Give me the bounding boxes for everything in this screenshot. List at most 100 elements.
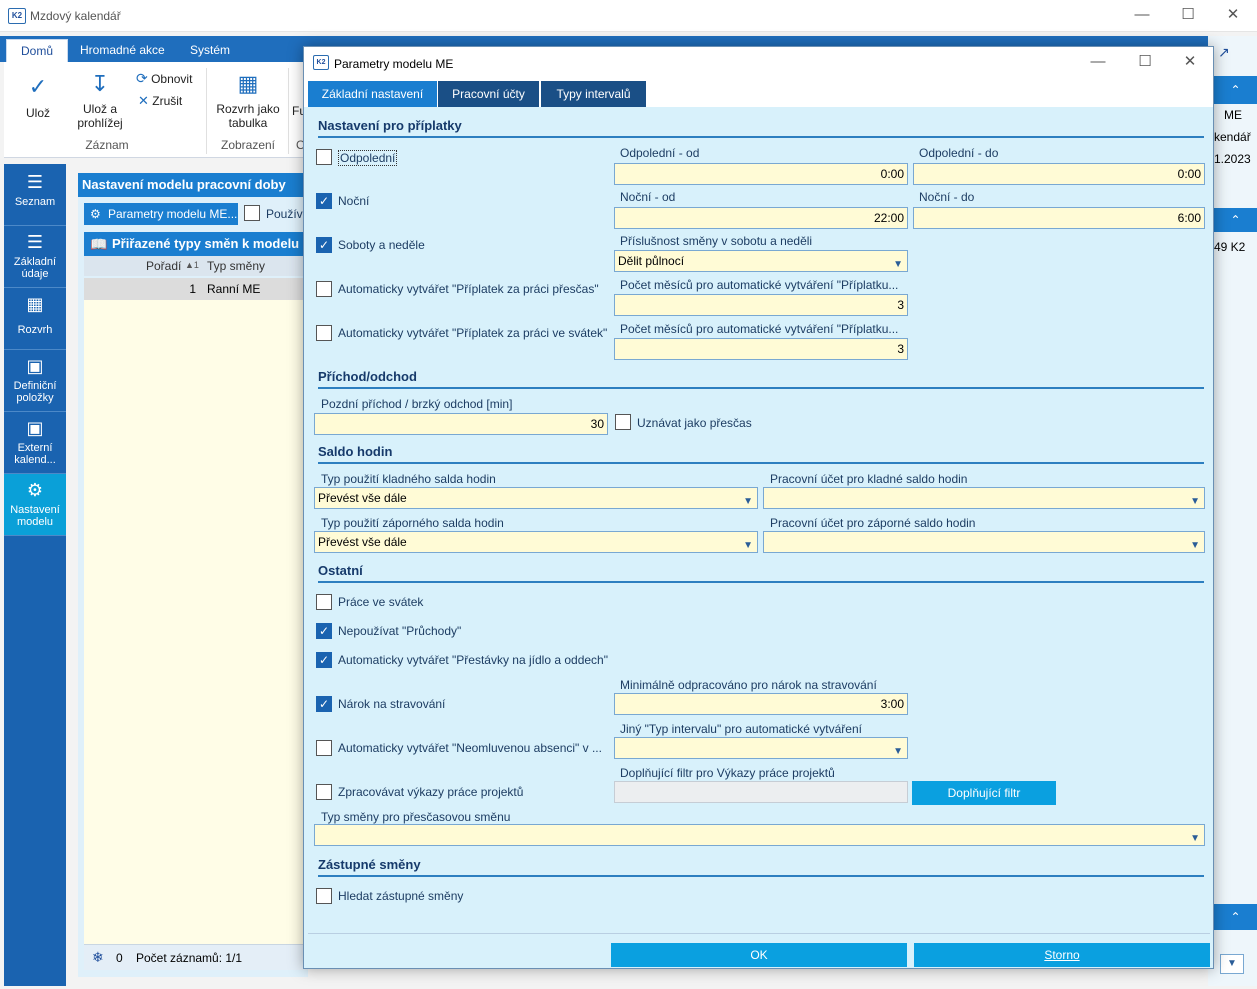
dialog-tabs: Základní nastavení Pracovní účty Typy in…: [304, 79, 1213, 107]
dropdown-icon: ▼: [1190, 833, 1200, 844]
no-passages-checkbox[interactable]: ✓: [316, 623, 332, 639]
panel-title: Nastavení modelu pracovní doby: [78, 173, 308, 197]
nav-item-list[interactable]: ☰ Seznam: [4, 164, 66, 226]
nav-item-model-settings[interactable]: ⚙ Nastavení modelu: [4, 474, 66, 536]
nav-item-schedule[interactable]: ▦ Rozvrh: [4, 288, 66, 350]
sort-ascending-icon: ▲1: [185, 260, 199, 270]
auto-overtime-checkbox[interactable]: [316, 281, 332, 297]
afternoon-to-field[interactable]: 0:00: [913, 163, 1205, 185]
cancel-button[interactable]: ✕ Zrušit: [138, 93, 182, 109]
refresh-label: Obnovit: [151, 72, 193, 86]
weekend-assign-value: Dělit půlnocí: [618, 254, 685, 268]
accept-as-overtime-checkbox[interactable]: [615, 414, 631, 430]
collapse-up-icon[interactable]: ⌃: [1214, 208, 1257, 232]
dropdown-button[interactable]: ▼: [1220, 954, 1244, 974]
popout-icon[interactable]: ↗: [1218, 44, 1230, 61]
auto-absence-checkbox[interactable]: [316, 740, 332, 756]
nav-label: Základní: [13, 256, 57, 268]
auto-overtime-months-field[interactable]: 3: [614, 294, 908, 316]
right-text-me: ME: [1224, 108, 1242, 122]
model-parameters-button[interactable]: ⚙ Parametry modelu ME...: [84, 203, 238, 225]
left-navigation: ☰ Seznam ☰ Základní údaje ▦ Rozvrh ▣ Def…: [4, 164, 66, 986]
nav-label: údaje: [21, 268, 49, 280]
overtime-shift-select[interactable]: ▼: [314, 824, 1205, 846]
column-order-header[interactable]: Pořadí: [146, 259, 181, 273]
positive-balance-account-select[interactable]: ▼: [763, 487, 1205, 509]
interval-type-label: Jiný "Typ intervalu" pro automatické vyt…: [620, 722, 862, 736]
auto-holiday-months-label: Počet měsíců pro automatické vytváření "…: [620, 322, 899, 336]
night-from-field[interactable]: 22:00: [614, 207, 908, 229]
negative-balance-type-select[interactable]: Převést vše dále ▼: [314, 531, 758, 553]
collapse-up-icon[interactable]: ⌃: [1214, 904, 1257, 930]
nav-item-external-calendars[interactable]: ▣ Externí kalend...: [4, 412, 66, 474]
nav-item-definition-items[interactable]: ▣ Definiční položky: [4, 350, 66, 412]
minimize-button[interactable]: —: [1130, 4, 1154, 26]
dialog-close-button[interactable]: ✕: [1178, 51, 1202, 73]
refresh-button[interactable]: ⟳ Obnovit: [136, 70, 192, 87]
find-substitute-checkbox[interactable]: [316, 888, 332, 904]
project-filter-button[interactable]: Doplňující filtr: [912, 781, 1056, 805]
table-grid-icon: ▦: [237, 71, 259, 96]
meal-min-field[interactable]: 3:00: [614, 693, 908, 715]
save-button[interactable]: ✓ Ulož: [12, 74, 64, 120]
afternoon-from-label: Odpolední - od: [620, 146, 700, 160]
tab-home[interactable]: Domů: [6, 39, 69, 62]
save-and-view-button[interactable]: ↧ Ulož a prohlížej: [70, 70, 130, 130]
dialog-minimize-button[interactable]: —: [1086, 51, 1110, 73]
late-arrival-field[interactable]: 30: [314, 413, 608, 435]
tab-bulk-actions[interactable]: Hromadné akce: [66, 39, 179, 62]
schedule-label-2: tabulka: [228, 116, 268, 130]
weekend-assign-select[interactable]: Dělit půlnocí ▼: [614, 250, 908, 272]
night-checkbox[interactable]: ✓: [316, 193, 332, 209]
cancel-x-icon: ✕: [138, 93, 149, 108]
section-arrival-departure: Příchod/odchod: [318, 369, 1204, 389]
afternoon-checkbox[interactable]: [316, 149, 332, 165]
afternoon-from-field[interactable]: 0:00: [614, 163, 908, 185]
interval-type-select[interactable]: ▼: [614, 737, 908, 759]
negative-balance-type-label: Typ použití záporného salda hodin: [321, 516, 504, 530]
collapse-up-icon[interactable]: ⌃: [1214, 76, 1257, 104]
weekend-assign-label: Příslušnost směny v sobotu a neděli: [620, 234, 813, 248]
close-button[interactable]: ✕: [1221, 4, 1245, 26]
tab-basic-settings[interactable]: Základní nastavení: [308, 81, 438, 107]
holiday-work-checkbox[interactable]: [316, 594, 332, 610]
hamburger-list-icon: ☰: [26, 172, 44, 192]
save-label: Ulož: [25, 106, 50, 120]
use-checkbox[interactable]: [244, 205, 260, 221]
positive-balance-type-select[interactable]: Převést vše dále ▼: [314, 487, 758, 509]
column-shift-type-header[interactable]: Typ směny: [207, 259, 265, 273]
grid-empty-area: [84, 300, 308, 944]
archive-box-icon: ▣: [26, 418, 44, 438]
dropdown-icon: ▼: [743, 496, 753, 507]
right-text-calendar: kendář: [1214, 130, 1251, 144]
nav-label: modelu: [16, 516, 54, 528]
schedule-table-button[interactable]: ▦ Rozvrh jako tabulka: [210, 70, 286, 130]
dialog-maximize-button[interactable]: ☐: [1133, 51, 1157, 73]
schedule-label-1: Rozvrh jako: [216, 102, 280, 116]
projects-checkbox[interactable]: [316, 784, 332, 800]
afternoon-label: Odpolední: [338, 150, 398, 166]
ok-button[interactable]: OK: [611, 943, 907, 967]
weekend-checkbox[interactable]: ✓: [316, 237, 332, 253]
maximize-button[interactable]: ☐: [1176, 4, 1200, 26]
table-row[interactable]: 1 Ranní ME: [84, 278, 308, 300]
meal-checkbox[interactable]: ✓: [316, 696, 332, 712]
tab-work-accounts[interactable]: Pracovní účty: [438, 81, 540, 107]
night-to-field[interactable]: 6:00: [913, 207, 1205, 229]
auto-holiday-checkbox[interactable]: [316, 325, 332, 341]
nav-label: kalend...: [14, 454, 56, 466]
auto-breaks-checkbox[interactable]: ✓: [316, 652, 332, 668]
group-label-record: Záznam: [85, 138, 129, 152]
assigned-shift-types-label: Přiřazené typy směn k modelu: [112, 236, 300, 251]
nav-item-basic-data[interactable]: ☰ Základní údaje: [4, 226, 66, 288]
negative-balance-account-select[interactable]: ▼: [763, 531, 1205, 553]
section-premium-settings: Nastavení pro příplatky: [318, 118, 1204, 138]
project-filter-field: [614, 781, 908, 803]
tab-interval-types[interactable]: Typy intervalů: [541, 81, 647, 107]
refresh-icon: ⟳: [136, 70, 148, 86]
storno-button[interactable]: Storno: [914, 943, 1210, 967]
auto-holiday-months-field[interactable]: 3: [614, 338, 908, 360]
tab-system[interactable]: Systém: [176, 39, 244, 62]
dropdown-icon: ▼: [893, 746, 903, 757]
snowflake-icon[interactable]: ❄: [92, 949, 104, 966]
